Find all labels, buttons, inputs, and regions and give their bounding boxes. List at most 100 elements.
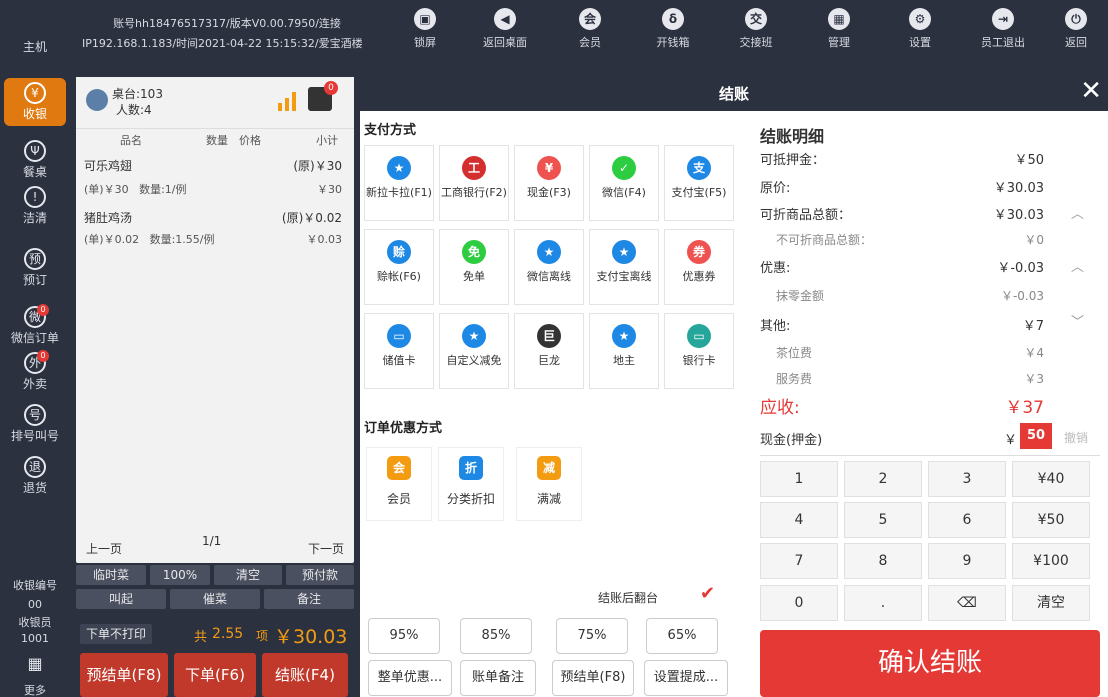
chevron-up-icon[interactable]: ︿ xyxy=(1071,203,1084,222)
remark-button[interactable]: 备注 xyxy=(264,589,354,609)
discount-label: 满减 xyxy=(536,492,561,506)
nav-reserve[interactable]: 预 预订 xyxy=(0,248,70,288)
dialog-title: 结账 xyxy=(718,85,749,103)
keypad-key[interactable]: ¥100 xyxy=(1012,543,1090,579)
keypad-key[interactable]: 7 xyxy=(760,543,838,579)
manage-button[interactable]: ▦ 管理 xyxy=(809,8,869,50)
pay-method-tile[interactable]: 工工商银行(F2) xyxy=(439,145,509,221)
keypad-key[interactable]: 9 xyxy=(928,543,1006,579)
cancel-button[interactable]: 撤销 xyxy=(1064,429,1088,446)
keypad-key[interactable]: . xyxy=(844,585,922,621)
table-name: 桌台:103 xyxy=(112,87,163,101)
discount-95-button[interactable]: 95% xyxy=(368,618,440,654)
pay-method-tile[interactable]: ¥ 现金(F3) xyxy=(514,145,584,221)
pay-method-tile[interactable]: ▭ 银行卡 xyxy=(664,313,734,389)
grid-icon[interactable]: ▦ xyxy=(0,654,70,673)
pay-method-tile[interactable]: 支支付宝(F5) xyxy=(664,145,734,221)
discount-tile[interactable]: 折分类折扣 xyxy=(438,447,504,521)
return-button[interactable]: ⏻ 返回 xyxy=(1046,8,1106,50)
pay-method-tile[interactable]: ★ 支付宝离线 xyxy=(589,229,659,305)
prepay-button[interactable]: 预付款 xyxy=(286,565,354,585)
printer-icon[interactable]: 0 xyxy=(308,81,338,111)
next-page-button[interactable]: 下一页 xyxy=(308,540,344,557)
handover-button[interactable]: 交交接班 xyxy=(726,8,786,50)
pay-method-tile[interactable]: ✓ 微信(F4) xyxy=(589,145,659,221)
discount-65-button[interactable]: 65% xyxy=(646,618,718,654)
nav-delivery[interactable]: 外0 外卖 xyxy=(0,350,70,392)
pay-method-tile[interactable]: 券优惠券 xyxy=(664,229,734,305)
keypad-key[interactable]: ¥40 xyxy=(1012,461,1090,497)
pay-method-label: 支付宝离线 xyxy=(596,270,652,283)
pay-method-tile[interactable]: ▭ 储值卡 xyxy=(364,313,434,389)
host-label: 主机 xyxy=(22,40,47,54)
keypad-key[interactable]: 6 xyxy=(928,502,1006,538)
keypad-key[interactable]: 4 xyxy=(760,502,838,538)
pay-method-tile[interactable]: ★ 微信离线 xyxy=(514,229,584,305)
nav-queue[interactable]: 号 排号叫号 xyxy=(0,404,70,444)
chevron-up-icon[interactable]: ︿ xyxy=(1071,256,1084,275)
discount-tile[interactable]: 会会员 xyxy=(366,447,432,521)
pay-method-tile[interactable]: 巨巨龙 xyxy=(514,313,584,389)
keypad-key[interactable]: 8 xyxy=(844,543,922,579)
pre-checkout-button[interactable]: 预结单(F8) xyxy=(80,653,168,697)
back-desktop-button[interactable]: ◀ 返回桌面 xyxy=(475,8,535,50)
wechat-icon: ✓ xyxy=(612,156,636,180)
close-icon[interactable]: ✕ xyxy=(1080,77,1102,105)
rush-button[interactable]: 催菜 xyxy=(170,589,260,609)
cashier-no: 00 xyxy=(28,598,42,611)
keypad-key[interactable]: 1 xyxy=(760,461,838,497)
clear-button[interactable]: 清空 xyxy=(214,565,282,585)
keypad-key[interactable]: 5 xyxy=(844,502,922,538)
pay-method-tile[interactable]: 赊赊帐(F6) xyxy=(364,229,434,305)
list-item[interactable]: 可乐鸡翅 (原)￥30 xyxy=(84,157,346,174)
cash-drawer-button[interactable]: δ 开钱箱 xyxy=(643,8,703,50)
more-label[interactable]: 更多 xyxy=(0,682,70,697)
member-button[interactable]: 会会员 xyxy=(560,8,620,50)
badge: 0 xyxy=(37,304,49,316)
place-order-button[interactable]: 下单(F6) xyxy=(174,653,256,697)
avatar xyxy=(86,89,108,111)
stored-card-icon: ▭ xyxy=(387,324,411,348)
percent-button[interactable]: 100% xyxy=(150,565,210,585)
no-print-button[interactable]: 下单不打印 xyxy=(80,624,152,644)
pay-method-tile[interactable]: ★ 新拉卡拉(F1) xyxy=(364,145,434,221)
backspace-icon[interactable]: ⌫ xyxy=(928,585,1006,621)
discount-tile[interactable]: 减满减 xyxy=(516,447,582,521)
nav-return[interactable]: 退 退货 xyxy=(0,456,70,496)
chevron-down-icon[interactable]: ﹀ xyxy=(1071,311,1084,330)
pager: 上一页 1/1 下一页 xyxy=(76,532,354,562)
nav-tables[interactable]: Ψ 餐桌 xyxy=(0,140,70,180)
nav-cleaning[interactable]: ! 洁清 xyxy=(0,186,70,226)
keypad-key[interactable]: 2 xyxy=(844,461,922,497)
pay-method-tile[interactable]: 免免单 xyxy=(439,229,509,305)
nav-cashier[interactable]: ¥ 收银 xyxy=(4,78,66,126)
temp-dish-button[interactable]: 临时菜 xyxy=(76,565,146,585)
commission-button[interactable]: 设置提成... xyxy=(644,660,728,696)
prev-page-button[interactable]: 上一页 xyxy=(86,540,122,557)
discount-75-button[interactable]: 75% xyxy=(556,618,628,654)
settings-button[interactable]: ⚙ 设置 xyxy=(890,8,950,50)
nav-wechat-orders[interactable]: 微0 微信订单 xyxy=(0,304,70,346)
discount-85-button[interactable]: 85% xyxy=(460,618,532,654)
bill-remark-button[interactable]: 账单备注 xyxy=(460,660,536,696)
item-orig-price: (原)￥0.02 xyxy=(281,211,342,225)
keypad-key[interactable]: 3 xyxy=(928,461,1006,497)
keypad-key[interactable]: 清空 xyxy=(1012,585,1090,621)
list-item[interactable]: 猪肚鸡汤 (原)￥0.02 xyxy=(84,209,346,226)
pay-method-tile[interactable]: ★ 地主 xyxy=(589,313,659,389)
pre-bill-button[interactable]: 预结单(F8) xyxy=(552,660,634,696)
confirm-checkout-button[interactable]: 确认结账 xyxy=(760,630,1100,697)
whole-discount-button[interactable]: 整单优惠... xyxy=(368,660,452,696)
hold-button[interactable]: 叫起 xyxy=(76,589,166,609)
check-icon[interactable]: ✔ xyxy=(700,583,715,604)
pay-method-tile[interactable]: ★ 自定义减免 xyxy=(439,313,509,389)
nondiscountable-label: 不可折商品总额： xyxy=(776,233,873,247)
checkout-button[interactable]: 结账(F4) xyxy=(262,653,348,697)
turnover-label: 结账后翻台 xyxy=(598,591,659,605)
keypad-key[interactable]: 0 xyxy=(760,585,838,621)
logout-button[interactable]: ⇥ 员工退出 xyxy=(973,8,1033,50)
cash-input[interactable]: 50 xyxy=(1020,423,1052,449)
left-sidebar: 主机 ¥ 收银 Ψ 餐桌 ! 洁清 预 预订 微0 微信订单 外0 外卖 号 排… xyxy=(0,0,70,697)
lock-button[interactable]: ▣ 锁屏 xyxy=(395,8,455,50)
keypad-key[interactable]: ¥50 xyxy=(1012,502,1090,538)
